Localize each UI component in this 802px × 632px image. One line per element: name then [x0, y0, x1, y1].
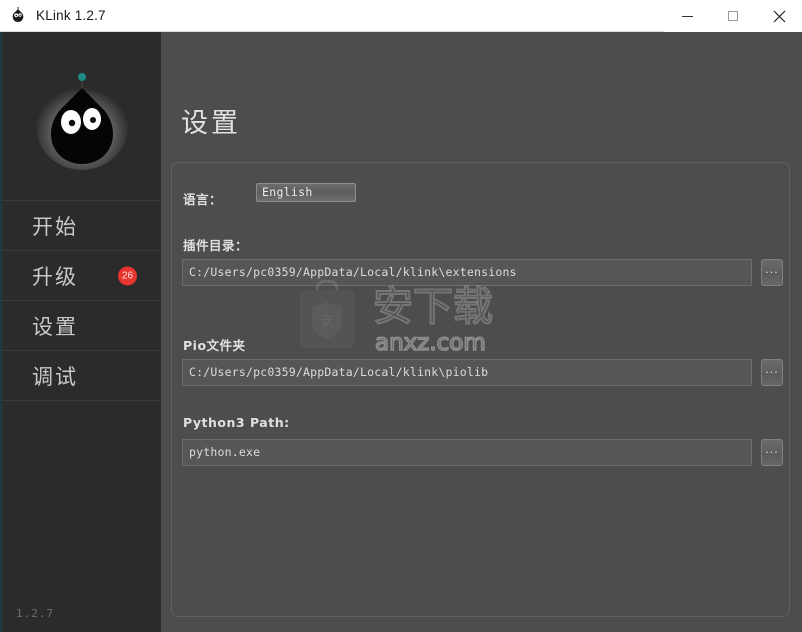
python-path-input[interactable]: python.exe	[182, 439, 752, 466]
maximize-icon	[728, 11, 738, 21]
settings-panel: 语言： English 插件目录： C:/Users/pc0359/AppDat…	[171, 162, 790, 617]
pio-folder-label: Pio文件夹	[183, 338, 246, 353]
cat-logo-large-icon	[30, 60, 134, 172]
sidebar-item-upgrade[interactable]: 升级 26	[2, 251, 161, 301]
pio-folder-row: C:/Users/pc0359/AppData/Local/klink\piol…	[182, 359, 783, 386]
extensions-label: 插件目录：	[183, 238, 249, 253]
python-path-label: Python3 Path:	[183, 415, 290, 430]
sidebar-item-label: 调试	[32, 364, 78, 389]
content-area: 设置 语言： English 插件目录： C:/Users/pc0359/App…	[161, 32, 802, 632]
sidebar-item-start[interactable]: 开始	[2, 201, 161, 251]
sidebar: 开始 升级 26 设置 调试 1.2.7	[0, 32, 161, 632]
close-button[interactable]	[756, 0, 802, 32]
extensions-path-input[interactable]: C:/Users/pc0359/AppData/Local/klink\exte…	[182, 259, 752, 286]
extensions-browse-button[interactable]: ...	[761, 259, 783, 286]
maximize-button[interactable]	[710, 0, 756, 32]
window-controls	[664, 0, 802, 32]
extensions-row: C:/Users/pc0359/AppData/Local/klink\exte…	[182, 259, 783, 286]
window-title: KLink 1.2.7	[36, 8, 106, 23]
minimize-icon	[681, 15, 693, 17]
upgrade-count-badge: 26	[118, 266, 137, 285]
close-icon	[773, 10, 786, 23]
language-label: 语言：	[183, 192, 223, 207]
python-path-browse-button[interactable]: ...	[761, 439, 783, 466]
sidebar-item-label: 设置	[32, 314, 78, 339]
title-bar: KLink 1.2.7	[0, 0, 802, 32]
sidebar-item-label: 开始	[32, 214, 78, 239]
klink-app-window: KLink 1.2.7 开始 升级 26 设置 调试 1.2.7 设置 语言： …	[0, 0, 802, 632]
sidebar-logo	[2, 32, 161, 200]
cat-logo-icon	[9, 6, 27, 25]
title-bar-left: KLink 1.2.7	[0, 0, 664, 31]
pio-folder-browse-button[interactable]: ...	[761, 359, 783, 386]
sidebar-item-settings[interactable]: 设置	[2, 301, 161, 351]
page-title: 设置	[181, 108, 241, 139]
minimize-button[interactable]	[664, 0, 710, 32]
python-path-row: python.exe ...	[182, 439, 783, 466]
sidebar-nav: 开始 升级 26 设置 调试	[2, 200, 161, 401]
pio-folder-path-input[interactable]: C:/Users/pc0359/AppData/Local/klink\piol…	[182, 359, 752, 386]
sidebar-item-label: 升级	[32, 264, 78, 289]
language-select[interactable]: English	[256, 183, 356, 202]
app-version-label: 1.2.7	[16, 607, 55, 620]
sidebar-item-debug[interactable]: 调试	[2, 351, 161, 401]
